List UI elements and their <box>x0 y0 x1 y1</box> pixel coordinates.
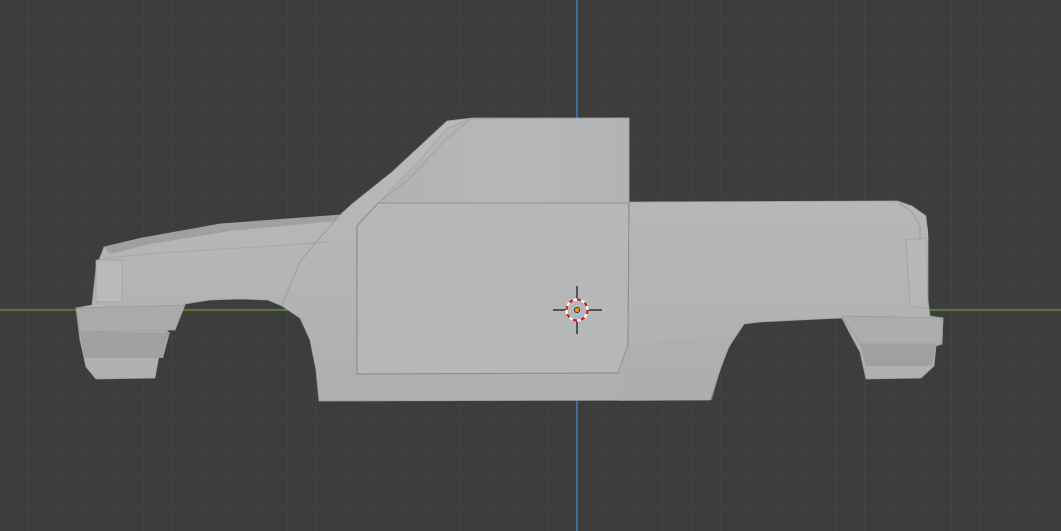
rear-bumper-lower <box>860 344 936 366</box>
object-origin-icon[interactable] <box>574 306 581 313</box>
rear-bumper <box>841 315 944 345</box>
front-bumper <box>75 304 186 333</box>
3d-viewport[interactable] <box>0 0 1061 531</box>
headlight-block <box>95 259 123 303</box>
front-bumper-lower <box>80 332 170 358</box>
bed-side-band <box>629 226 928 300</box>
door-panel <box>356 202 630 375</box>
taillight <box>905 237 929 309</box>
viewport-canvas[interactable] <box>0 0 1061 531</box>
